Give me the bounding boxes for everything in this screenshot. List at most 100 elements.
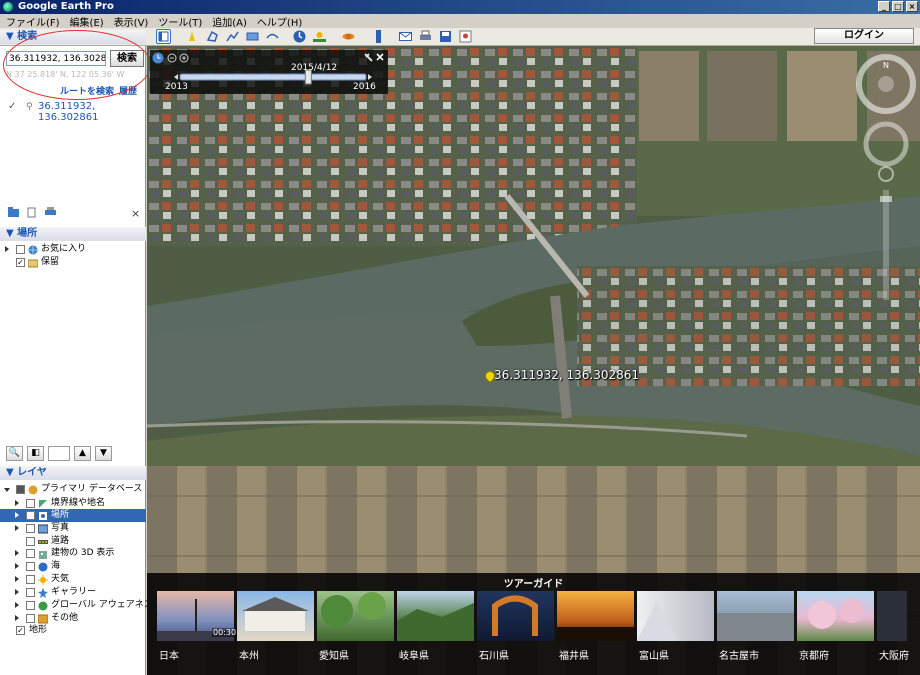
save-image-icon[interactable]: [438, 29, 453, 44]
close-results-icon[interactable]: ×: [131, 207, 140, 220]
zoom-thumb[interactable]: [880, 196, 892, 202]
maximize-button[interactable]: □: [892, 1, 904, 12]
checkbox[interactable]: [26, 575, 35, 584]
tour-card-aichi[interactable]: [317, 591, 394, 641]
sunlight-icon[interactable]: [312, 29, 327, 44]
zoom-slider[interactable]: [883, 190, 889, 300]
tour-duration: 00:30: [212, 628, 238, 637]
move-up-icon[interactable]: ▲: [74, 446, 91, 461]
close-window-button[interactable]: ×: [906, 1, 918, 12]
window-title: Google Earth Pro: [18, 1, 114, 12]
move-joystick-icon[interactable]: [863, 121, 909, 167]
weather-icon: [38, 575, 48, 585]
checkbox[interactable]: [26, 511, 35, 520]
expand-arrow-icon[interactable]: [15, 589, 19, 595]
minimize-button[interactable]: _: [878, 1, 890, 12]
layers-panel-header[interactable]: ▼ レイヤ: [0, 466, 146, 480]
add-polygon-icon[interactable]: [205, 29, 220, 44]
email-icon[interactable]: [398, 29, 413, 44]
expand-arrow-icon[interactable]: [15, 500, 19, 506]
expand-arrow-icon[interactable]: [5, 246, 9, 252]
placemark-icon: ⚲: [26, 102, 33, 112]
add-placemark-icon[interactable]: [185, 29, 200, 44]
layer-label: 場所: [51, 510, 70, 520]
timeline-track[interactable]: [180, 74, 366, 80]
checkbox[interactable]: [26, 601, 35, 610]
expand-arrow-icon[interactable]: [15, 615, 19, 621]
move-down-icon[interactable]: ▼: [95, 446, 112, 461]
tour-card-nagoya[interactable]: [717, 591, 794, 641]
expand-arrow-icon[interactable]: [15, 602, 19, 608]
tour-card-ishikawa[interactable]: [477, 591, 554, 641]
checkbox[interactable]: ✓: [16, 258, 25, 267]
expand-arrow-icon[interactable]: [15, 576, 19, 582]
search-result-item[interactable]: ✓ ⚲ 36.311932, 136.302861: [8, 101, 144, 123]
expand-arrow-icon[interactable]: [15, 563, 19, 569]
layer-label: プライマリ データベース: [41, 484, 143, 494]
checkbox[interactable]: [26, 524, 35, 533]
layer-blank-field[interactable]: [48, 446, 70, 461]
checkbox[interactable]: [26, 614, 35, 623]
print-icon[interactable]: [418, 29, 433, 44]
places-item-label: 保留: [41, 257, 60, 267]
collapse-arrow-icon[interactable]: [4, 488, 10, 492]
tour-card-label: 京都府: [799, 651, 829, 662]
checkbox[interactable]: [26, 549, 35, 558]
copy-icon[interactable]: [27, 207, 37, 218]
places-panel-header[interactable]: ▼ 場所: [0, 227, 146, 241]
planets-icon[interactable]: [341, 29, 356, 44]
layer-label: グローバル アウェアネス: [51, 600, 153, 610]
add-overlay-icon[interactable]: [245, 29, 260, 44]
timeline-date: 2015/4/12: [291, 63, 338, 73]
checkbox[interactable]: [26, 588, 35, 597]
zoom-out-time-icon[interactable]: [167, 53, 177, 63]
checkbox[interactable]: [26, 499, 35, 508]
placemark-label[interactable]: 36.311932, 136.302861: [494, 368, 639, 382]
print-results-icon[interactable]: [45, 207, 56, 217]
expand-arrow-icon[interactable]: [15, 512, 19, 518]
menu-edit[interactable]: 編集(E): [70, 14, 104, 29]
menu-file[interactable]: ファイル(F): [6, 14, 60, 29]
checkbox[interactable]: [26, 562, 35, 571]
menu-help[interactable]: ヘルプ(H): [257, 14, 302, 29]
layer-item-places[interactable]: 場所: [0, 509, 146, 522]
menu-tools[interactable]: ツール(T): [158, 14, 202, 29]
checkbox[interactable]: [26, 537, 35, 546]
search-layers-icon[interactable]: 🔍: [6, 446, 23, 461]
record-tour-icon[interactable]: [265, 29, 280, 44]
more-icon: [38, 614, 48, 624]
checkbox[interactable]: [16, 485, 25, 494]
checkbox[interactable]: ✓: [16, 626, 25, 635]
login-button[interactable]: ログイン: [814, 28, 914, 44]
place-icon: [39, 512, 47, 520]
checkbox[interactable]: [16, 245, 25, 254]
timeline-close-icon[interactable]: [376, 53, 384, 61]
expand-arrow-icon[interactable]: [15, 525, 19, 531]
tour-card-osaka[interactable]: [877, 591, 907, 641]
menu-view[interactable]: 表示(V): [114, 14, 149, 29]
time-forward-icon[interactable]: [368, 74, 372, 80]
tour-card-label: 大阪府: [879, 651, 909, 662]
tour-card-fukui[interactable]: [557, 591, 634, 641]
street-view-icon[interactable]: [878, 166, 894, 182]
view-in-maps-icon[interactable]: [458, 29, 473, 44]
tour-card-kyoto[interactable]: [797, 591, 874, 641]
layer-tools: 🔍 ◧ ▲ ▼: [6, 446, 112, 461]
zoom-in-time-icon[interactable]: [179, 53, 189, 63]
add-path-icon[interactable]: [225, 29, 240, 44]
historical-imagery-icon[interactable]: [292, 29, 307, 44]
sidebar-toggle-icon[interactable]: [156, 29, 171, 44]
timeline-settings-icon[interactable]: [364, 53, 373, 62]
ruler-icon[interactable]: [371, 29, 386, 44]
toggle-panel-icon[interactable]: ◧: [27, 446, 44, 461]
add-folder-icon[interactable]: [8, 207, 19, 217]
tour-card-label: 名古屋市: [719, 651, 759, 662]
tour-card-toyama[interactable]: [637, 591, 714, 641]
time-back-icon[interactable]: [174, 74, 178, 80]
title-bar: Google Earth Pro _ □ ×: [0, 0, 920, 14]
tour-card-honshu[interactable]: [237, 591, 314, 641]
tour-card-gifu[interactable]: [397, 591, 474, 641]
menu-add[interactable]: 追加(A): [212, 14, 247, 29]
timeline-clock-icon[interactable]: [152, 52, 164, 64]
expand-arrow-icon[interactable]: [15, 550, 19, 556]
